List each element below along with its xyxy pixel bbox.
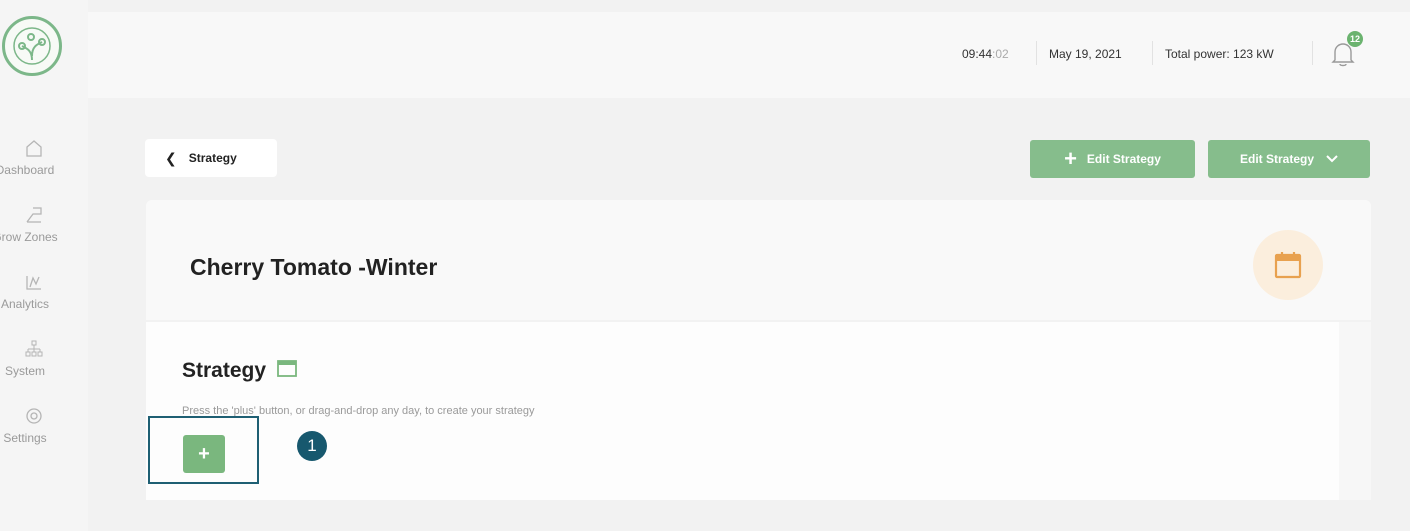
sidebar-item-grow-zones[interactable]: Grow Zones [0,204,74,244]
sidebar-item-analytics[interactable]: Analytics [0,271,74,311]
notification-badge: 12 [1347,31,1363,47]
back-button-label: Strategy [188,151,237,165]
sidebar-item-label: Grow Zones [0,230,58,244]
current-date: May 19, 2021 [1049,47,1122,61]
total-power: Total power: 123 kW [1165,47,1274,61]
strategy-panel-edge [1339,322,1371,500]
step-number-marker: 1 [297,431,327,461]
sidebar-item-label: Settings [3,431,47,445]
sidebar-item-label: Analytics [0,297,50,311]
edit-strategy-dropdown-label: Edit Strategy [1239,152,1314,166]
plant-logo-icon [13,27,51,65]
strategy-title-card: Cherry Tomato -Winter [146,200,1371,320]
back-button[interactable]: ❮ Strategy [145,139,277,177]
add-edit-strategy-label: Edit Strategy [1086,152,1161,166]
header-divider [1312,41,1313,65]
chevron-left-icon: ❮ [165,149,177,166]
brand-logo[interactable] [2,16,62,76]
grow-zones-icon [23,204,45,226]
edit-strategy-dropdown-button[interactable]: Edit Strategy [1208,140,1370,178]
home-icon [23,137,45,159]
system-icon [23,338,45,360]
page-title: Cherry Tomato -Winter [190,254,438,280]
callout-highlight-box [148,416,259,484]
plus-icon: + [1064,146,1077,171]
sidebar-item-system[interactable]: System [0,338,74,378]
clock-time: 09:44 [962,47,993,61]
sidebar-item-dashboard[interactable]: Dashboard [0,137,74,177]
sidebar-item-label: System [4,364,45,378]
sidebar-item-label: Dashboard [0,163,55,177]
sidebar: Dashboard Grow Zones Analytics System Se… [0,0,88,531]
calendar-badge [1253,230,1323,300]
header-divider [1152,41,1153,65]
header-divider [1036,41,1037,65]
strategy-panel: Strategy Press the 'plus' button, or dra… [146,322,1339,500]
sidebar-item-settings[interactable]: Settings [0,405,74,445]
calendar-icon [1274,252,1302,279]
settings-icon [23,405,45,427]
analytics-icon [23,271,45,293]
strategy-heading-text: Strategy [182,359,267,382]
add-edit-strategy-button[interactable]: + Edit Strategy [1030,140,1195,178]
calendar-icon [276,358,298,384]
clock-seconds: :02 [992,47,1009,61]
chevron-down-icon [1326,152,1338,166]
clock: 09:44:02 [962,47,1009,61]
strategy-heading: Strategy [182,358,298,384]
